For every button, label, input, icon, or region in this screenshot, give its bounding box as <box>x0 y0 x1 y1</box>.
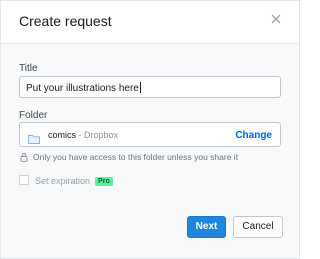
folder-location: - Dropbox <box>76 130 119 140</box>
pro-badge: Pro <box>95 177 113 186</box>
folder-icon <box>28 131 40 144</box>
folder-field[interactable]: comics - Dropbox Change <box>19 122 281 147</box>
cancel-button[interactable]: Cancel <box>233 216 283 238</box>
dialog-body: Title Put your illustrations here Folder… <box>1 44 299 258</box>
expiration-label: Set expiration <box>35 176 91 186</box>
dialog-header: Create request <box>1 1 299 44</box>
folder-path: comics - Dropbox <box>48 130 118 140</box>
lock-icon <box>19 152 29 162</box>
access-note: Only you have access to this folder unle… <box>19 152 238 162</box>
close-icon[interactable] <box>269 12 283 26</box>
title-input[interactable]: Put your illustrations here <box>19 76 281 98</box>
title-label: Title <box>19 63 38 74</box>
folder-label: Folder <box>19 110 48 121</box>
change-folder-link[interactable]: Change <box>235 130 272 141</box>
dialog-title: Create request <box>19 13 112 29</box>
set-expiration-option: Set expiration Pro <box>19 175 113 186</box>
expiration-checkbox[interactable] <box>19 175 29 185</box>
folder-name: comics <box>48 130 77 140</box>
title-input-value: Put your illustrations here <box>26 82 141 94</box>
next-button[interactable]: Next <box>187 216 226 238</box>
create-request-dialog: Create request Title Put your illustrati… <box>0 0 300 259</box>
access-note-text: Only you have access to this folder unle… <box>33 152 239 162</box>
